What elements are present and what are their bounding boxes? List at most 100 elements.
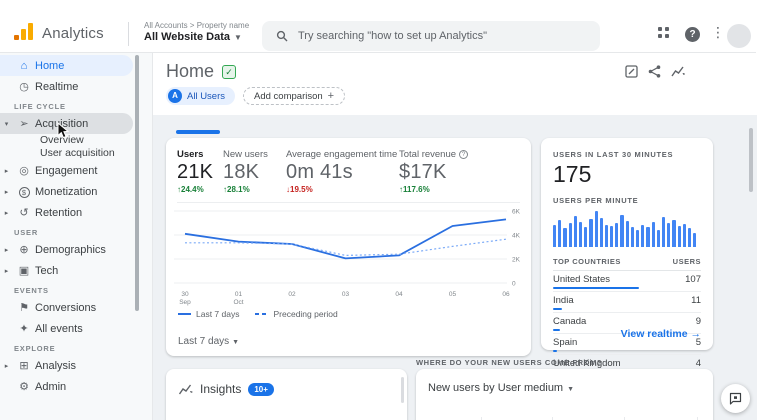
insights-icon[interactable]	[671, 65, 686, 83]
country-name: United States	[553, 274, 611, 285]
minute-bar	[589, 218, 593, 247]
metric-value: 21K	[177, 161, 214, 183]
sidebar-item-conversions[interactable]: ⚑ Conversions	[0, 297, 133, 318]
view-realtime-link[interactable]: View realtime →	[621, 328, 701, 340]
dashed-line-swatch	[255, 313, 269, 315]
sidebar-nav: ⌂ Home ◷ Realtime LIFE CYCLE ▾ ➢ Acquisition Ove…	[0, 53, 152, 420]
more-vert-icon[interactable]: ⋮	[711, 24, 725, 41]
country-users: 107	[685, 274, 701, 285]
add-comparison-button[interactable]: Add comparison +	[243, 87, 346, 105]
sidebar-item-label: Tech	[35, 264, 59, 277]
flag-icon: ⚑	[19, 302, 29, 314]
sidebar-item-label: Analysis	[35, 359, 76, 372]
sidebar-section-events: EVENTS	[14, 286, 49, 295]
metric-average-engagement-time[interactable]: Average engagement time 0m 41s ↓19.5%	[286, 149, 399, 194]
acquisition-icon: ➢	[19, 118, 29, 130]
search-input[interactable]: Try searching "how to set up Analytics"	[262, 21, 600, 51]
sidebar-item-acquisition[interactable]: ▾ ➢ Acquisition	[0, 113, 133, 134]
new-users-metric-selector[interactable]: New users by User medium ▼	[416, 369, 713, 394]
property-selector[interactable]: All Website Data ▼	[144, 31, 242, 43]
sidebar-item-admin[interactable]: ⚙ Admin	[0, 376, 133, 397]
chevron-down-icon: ▼	[567, 386, 575, 393]
insights-card[interactable]: Insights 10+	[166, 369, 407, 420]
country-row-united-states: United States 107	[553, 271, 701, 292]
svg-text:0: 0	[512, 281, 516, 288]
sidebar-item-demographics[interactable]: ▸ ⊕ Demographics	[0, 239, 133, 260]
minute-bar	[558, 220, 562, 247]
clock-icon: ◷	[19, 81, 29, 93]
engagement-icon: ◎	[19, 165, 29, 177]
metric-value: 0m 41s	[286, 161, 353, 183]
chevron-right-icon: ▸	[4, 267, 9, 275]
chevron-right-icon: ▸	[4, 246, 9, 254]
sidebar-item-label: Realtime	[35, 80, 79, 93]
sidebar-subitem-user-acquisition[interactable]: User acquisition	[0, 147, 152, 160]
metric-delta: ↓19.5%	[286, 185, 313, 194]
chevron-down-icon: ▼	[234, 33, 242, 42]
country-users: 4	[695, 358, 701, 369]
minute-bar	[630, 227, 634, 247]
chevron-down-icon: ▼	[232, 339, 240, 346]
country-bar	[553, 287, 639, 289]
sidebar-item-tech[interactable]: ▸ ▣ Tech	[0, 260, 133, 281]
retention-icon: ↺	[19, 207, 29, 219]
country-name: India	[553, 295, 574, 306]
sidebar-item-all-events[interactable]: ✦ All events	[0, 318, 133, 339]
sidebar-subitem-overview[interactable]: Overview	[0, 134, 152, 147]
chevron-right-icon: ▸	[4, 362, 9, 370]
country-name: Canada	[553, 316, 587, 327]
help-icon[interactable]: ?	[685, 27, 700, 42]
chart-legend: Last 7 days Preceding period	[166, 309, 531, 319]
minute-bar	[693, 233, 697, 247]
svg-text:2K: 2K	[512, 257, 521, 264]
report-status-icon: ✓	[222, 64, 237, 79]
svg-text:4K: 4K	[512, 233, 521, 240]
sidebar-item-monetization[interactable]: ▸ $ Monetization	[0, 181, 133, 202]
minute-bar	[610, 226, 614, 247]
user-avatar[interactable]	[727, 24, 751, 48]
users-per-minute-bar-chart	[553, 211, 701, 247]
metric-total-revenue[interactable]: Total revenue? $17K ↑117.6%	[399, 149, 519, 194]
comparison-chip-all-users[interactable]: A All Users	[166, 87, 236, 105]
chevron-right-icon: ▸	[4, 188, 9, 196]
metric-value: 18K	[223, 161, 260, 183]
sidebar-section-explore: EXPLORE	[14, 344, 56, 353]
users-per-minute-label: USERS PER MINUTE	[553, 196, 639, 205]
sidebar-scrollbar[interactable]	[135, 55, 139, 311]
date-range-selector[interactable]: Last 7 days ▼	[178, 336, 239, 347]
content-scrollbar[interactable]	[749, 128, 753, 192]
sidebar-item-engagement[interactable]: ▸ ◎ Engagement	[0, 160, 133, 181]
metric-delta: ↑117.6%	[399, 185, 430, 194]
svg-text:Sep: Sep	[179, 299, 191, 306]
metric-users[interactable]: Users 21K ↑24.4%	[177, 149, 223, 194]
analysis-icon: ⊞	[19, 360, 29, 372]
insights-count-badge: 10+	[248, 382, 274, 396]
legend-preceding-period: Preceding period	[255, 309, 338, 319]
feedback-button[interactable]	[721, 384, 750, 413]
sidebar-item-retention[interactable]: ▸ ↺ Retention	[0, 202, 133, 223]
sidebar-item-analysis[interactable]: ▸ ⊞ Analysis	[0, 355, 133, 376]
customize-report-icon[interactable]	[625, 65, 638, 83]
sidebar-item-label: Acquisition	[35, 117, 89, 130]
apps-grid-icon[interactable]	[658, 27, 669, 38]
arrow-right-icon: →	[690, 328, 702, 340]
sidebar-item-realtime[interactable]: ◷ Realtime	[0, 76, 133, 97]
search-icon	[276, 30, 288, 42]
breadcrumb: All Accounts > Property name	[144, 21, 250, 30]
country-name: Spain	[553, 337, 578, 348]
sidebar-item-home[interactable]: ⌂ Home	[0, 55, 133, 76]
metric-new-users[interactable]: New users 18K ↑28.1%	[223, 149, 286, 194]
sidebar-section-user: USER	[14, 228, 39, 237]
svg-text:06: 06	[502, 291, 510, 298]
metric-label: Total revenue?	[399, 149, 519, 160]
country-bar	[553, 308, 562, 310]
metrics-divider	[177, 202, 520, 203]
chevron-right-icon: ▸	[4, 209, 9, 217]
insights-scrollbar[interactable]	[401, 377, 404, 403]
tech-icon: ▣	[18, 265, 30, 277]
page-title: Home ✓	[166, 61, 237, 82]
svg-text:30: 30	[181, 291, 189, 298]
minute-bar	[687, 228, 692, 247]
country-bar	[553, 329, 561, 331]
share-icon[interactable]	[648, 65, 661, 83]
